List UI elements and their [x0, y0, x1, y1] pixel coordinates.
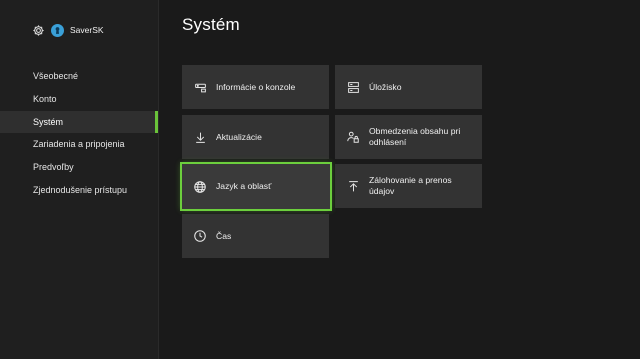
sidebar: SaverSK Všeobecné Konto Systém Zariadeni… [0, 0, 159, 359]
sidebar-item-system[interactable]: Systém [0, 110, 158, 134]
settings-nav: Všeobecné Konto Systém Zariadenia a prip… [0, 65, 158, 202]
upload-icon [346, 179, 360, 193]
sidebar-item-accessibility[interactable]: Zjednodušenie prístupu [0, 179, 158, 202]
clock-icon [193, 229, 207, 243]
download-icon [193, 130, 207, 144]
avatar[interactable] [51, 23, 64, 37]
tile-label: Obmedzenia obsahu pri odhlásení [369, 126, 461, 147]
gear-icon[interactable] [32, 24, 45, 37]
tile-language-region[interactable]: Jazyk a oblasť [180, 162, 332, 211]
globe-icon [193, 180, 207, 194]
tile-label: Aktualizácie [216, 131, 262, 142]
profile-bar: SaverSK [32, 22, 104, 38]
tile-label: Informácie o konzole [216, 81, 296, 92]
sidebar-item-account[interactable]: Konto [0, 88, 158, 111]
tile-label: Čas [216, 230, 232, 241]
tile-label: Jazyk a oblasť [216, 181, 272, 191]
sidebar-item-preferences[interactable]: Predvoľby [0, 156, 158, 179]
tile-time[interactable]: Čas [182, 214, 329, 258]
storage-icon [346, 80, 360, 94]
gamertag: SaverSK [70, 25, 104, 35]
users-lock-icon [346, 130, 360, 144]
console-icon [193, 80, 207, 94]
sidebar-item-general[interactable]: Všeobecné [0, 65, 158, 88]
tile-console-info[interactable]: Informácie o konzole [182, 65, 329, 109]
tile-updates[interactable]: Aktualizácie [182, 115, 329, 159]
tile-storage[interactable]: Úložisko [335, 65, 482, 109]
tile-backup-transfer[interactable]: Zálohovanie a prenos údajov [335, 164, 482, 208]
page-title: Systém [182, 15, 240, 34]
sidebar-item-devices-connections[interactable]: Zariadenia a pripojenia [0, 133, 158, 156]
tile-label: Úložisko [369, 81, 402, 92]
tile-content-restrictions[interactable]: Obmedzenia obsahu pri odhlásení [335, 115, 482, 159]
tile-label: Zálohovanie a prenos údajov [369, 175, 452, 196]
